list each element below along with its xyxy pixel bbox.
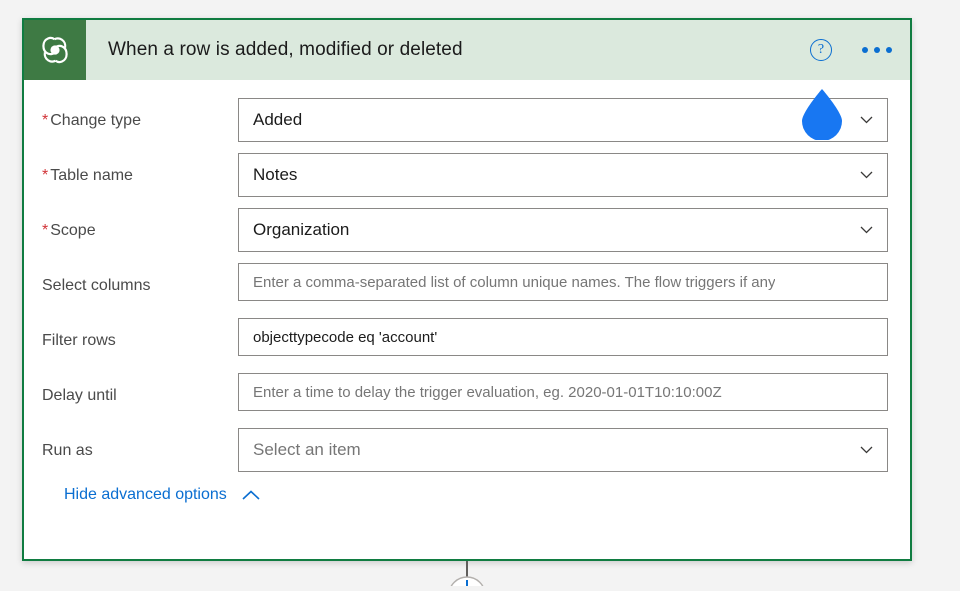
dataverse-logo-icon — [24, 20, 86, 80]
field-label-select-columns: Select columns — [42, 263, 238, 295]
filter-rows-value: objecttypecode eq 'account' — [253, 328, 438, 346]
delay-until-placeholder: Enter a time to delay the trigger evalua… — [253, 383, 722, 401]
chevron-down-icon — [860, 446, 873, 454]
field-label-table-name: * Table name — [42, 153, 238, 185]
change-type-dropdown[interactable]: Added — [238, 98, 888, 142]
card-body: * Change type Added * Table name Notes *… — [24, 80, 910, 504]
table-name-dropdown[interactable]: Notes — [238, 153, 888, 197]
card-header: When a row is added, modified or deleted… — [24, 20, 910, 80]
chevron-down-icon — [860, 226, 873, 234]
label-text: Scope — [50, 222, 96, 239]
chevron-up-icon — [241, 489, 261, 501]
more-options-icon[interactable] — [860, 41, 894, 59]
label-text: Change type — [50, 112, 141, 129]
field-change-type: * Change type Added — [42, 98, 888, 142]
label-text: Filter rows — [42, 332, 116, 349]
scope-value: Organization — [253, 220, 350, 239]
run-as-dropdown[interactable]: Select an item — [238, 428, 888, 472]
field-label-scope: * Scope — [42, 208, 238, 240]
scope-dropdown[interactable]: Organization — [238, 208, 888, 252]
delay-until-input[interactable]: Enter a time to delay the trigger evalua… — [238, 373, 888, 411]
required-asterisk: * — [42, 222, 49, 239]
label-text: Table name — [50, 167, 133, 184]
hide-advanced-options-link[interactable]: Hide advanced options — [64, 486, 261, 504]
label-text: Run as — [42, 442, 93, 459]
field-label-change-type: * Change type — [42, 98, 238, 130]
select-columns-placeholder: Enter a comma-separated list of column u… — [253, 273, 776, 291]
chevron-down-icon — [860, 116, 873, 124]
field-filter-rows: Filter rows objecttypecode eq 'account' — [42, 318, 888, 362]
filter-rows-input[interactable]: objecttypecode eq 'account' — [238, 318, 888, 356]
change-type-value: Added — [253, 110, 303, 129]
required-asterisk: * — [42, 112, 49, 129]
select-columns-input[interactable]: Enter a comma-separated list of column u… — [238, 263, 888, 301]
field-select-columns: Select columns Enter a comma-separated l… — [42, 263, 888, 307]
trigger-card: When a row is added, modified or deleted… — [22, 18, 912, 561]
field-label-filter-rows: Filter rows — [42, 318, 238, 350]
label-text: Select columns — [42, 277, 151, 294]
field-label-delay-until: Delay until — [42, 373, 238, 405]
help-icon[interactable]: ? — [810, 39, 832, 61]
field-delay-until: Delay until Enter a time to delay the tr… — [42, 373, 888, 417]
field-scope: * Scope Organization — [42, 208, 888, 252]
run-as-placeholder: Select an item — [253, 440, 361, 459]
required-asterisk: * — [42, 167, 49, 184]
card-title: When a row is added, modified or deleted — [108, 39, 463, 60]
field-label-run-as: Run as — [42, 428, 238, 460]
flow-connector — [0, 561, 960, 591]
field-table-name: * Table name Notes — [42, 153, 888, 197]
chevron-down-icon — [860, 171, 873, 179]
header-actions: ? — [810, 20, 894, 80]
table-name-value: Notes — [253, 165, 298, 184]
advanced-options-label: Hide advanced options — [64, 486, 227, 503]
field-run-as: Run as Select an item — [42, 428, 888, 472]
label-text: Delay until — [42, 387, 117, 404]
